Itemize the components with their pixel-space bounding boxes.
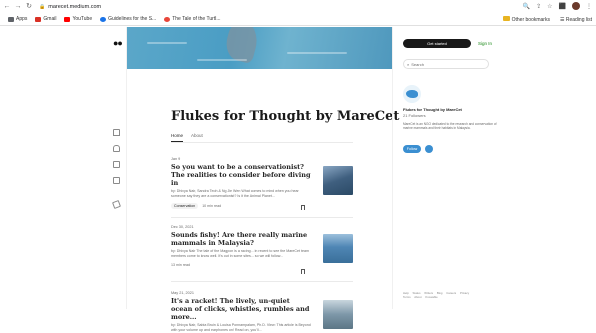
youtube-icon xyxy=(64,16,71,22)
search-placeholder: Search xyxy=(411,61,424,67)
reload-icon[interactable]: ↻ xyxy=(25,3,33,11)
get-started-button[interactable]: Get started xyxy=(403,39,471,48)
article-title[interactable]: So you want to be a conservationist? The… xyxy=(171,163,311,187)
read-time: 13 min read xyxy=(171,262,190,267)
main-column: Flukes for Thought by MareCet Home About… xyxy=(127,69,399,332)
article-card[interactable]: Jan 9 So you want to be a conservationis… xyxy=(171,157,353,210)
bookmark-gmail[interactable]: Gmail xyxy=(35,16,56,22)
share-icon[interactable]: ⇪ xyxy=(536,3,541,10)
subscribe-mail-icon[interactable] xyxy=(425,145,433,153)
whale-logo-icon xyxy=(406,90,418,98)
stories-icon[interactable] xyxy=(113,177,120,184)
medium-page: ●● Flukes for Thought by MareCet Home Ab… xyxy=(0,27,596,332)
article-card[interactable]: May 21, 2021 It's a racket! The lively, … xyxy=(171,291,353,333)
guidelines-icon xyxy=(100,16,107,22)
footer-links: Help Status Writers Blog Careers Privacy… xyxy=(403,291,483,299)
publication-tabs: Home About xyxy=(171,133,353,143)
article-thumbnail[interactable] xyxy=(323,300,353,329)
water-ripple xyxy=(197,59,247,61)
article-subtitle: by: Dhivya Nair, Sandra Teoh & Ng Jie We… xyxy=(171,189,299,198)
topic-tag[interactable]: Conservation xyxy=(171,202,199,209)
folder-icon xyxy=(502,16,510,21)
bookmark-youtube[interactable]: YouTube xyxy=(64,16,92,22)
write-icon[interactable] xyxy=(112,200,121,209)
divider xyxy=(171,217,353,218)
lock-icon[interactable]: 🔒 xyxy=(39,4,45,10)
article-card[interactable]: Dec 30, 2021 Sounds fishy! Are there rea… xyxy=(171,225,353,274)
article-thumbnail[interactable] xyxy=(323,166,353,195)
bookmark-apps[interactable]: Apps xyxy=(8,16,27,22)
extensions-icon[interactable]: ⬛ xyxy=(559,3,566,10)
zoom-icon[interactable]: 🔍 xyxy=(523,3,530,10)
medium-logo[interactable]: ●● xyxy=(113,38,123,48)
address-bar[interactable]: marecet.medium.com xyxy=(48,4,101,10)
article-date: Jan 9 xyxy=(171,157,181,161)
star-icon[interactable]: ☆ xyxy=(547,3,552,10)
follow-button[interactable]: Follow xyxy=(403,145,421,153)
article-thumbnail[interactable] xyxy=(323,234,353,263)
followers-count[interactable]: 21 Followers xyxy=(403,113,426,118)
gmail-icon xyxy=(35,16,42,22)
save-bookmark-icon[interactable] xyxy=(301,269,305,274)
publication-title: Flukes for Thought by MareCet xyxy=(171,109,400,124)
article-subtitle: by: Dhivya Nair, Sabia Bruin & Louisa Po… xyxy=(171,323,311,332)
read-time: 10 min read xyxy=(202,203,222,208)
save-bookmark-icon[interactable] xyxy=(301,205,305,210)
browser-toolbar: ← → ↻ 🔒 marecet.medium.com 🔍 ⇪ ☆ ⬛ ⋮ xyxy=(0,0,596,13)
home-icon[interactable] xyxy=(113,129,120,136)
browser-actions: 🔍 ⇪ ☆ ⬛ ⋮ xyxy=(523,2,592,10)
publication-avatar[interactable] xyxy=(403,85,421,103)
notifications-icon[interactable] xyxy=(113,145,120,152)
forward-icon[interactable]: → xyxy=(14,3,22,11)
article-date: Dec 30, 2021 xyxy=(171,225,194,229)
article-meta: Conservation 10 min read xyxy=(171,202,353,209)
left-rail: ●● xyxy=(0,27,127,309)
article-meta: 13 min read xyxy=(171,263,353,267)
article-title[interactable]: It's a racket! The lively, un-quiet ocea… xyxy=(171,297,311,321)
back-icon[interactable]: ← xyxy=(3,3,11,11)
article-subtitle: by: Dhivya Nair The tale of the Magpon i… xyxy=(171,249,309,258)
search-icon: ⌕ xyxy=(407,61,410,67)
menu-icon[interactable]: ⋮ xyxy=(586,3,592,10)
tab-about[interactable]: About xyxy=(191,133,203,142)
footer-link[interactable]: Careers xyxy=(446,291,456,295)
cover-image xyxy=(127,27,392,69)
article-title[interactable]: Sounds fishy! Are there really marine ma… xyxy=(171,231,311,247)
turtle-icon xyxy=(164,16,171,22)
sidebar-publication-name[interactable]: Flukes for Thought by MareCet xyxy=(403,107,462,112)
bookmarks-bar: Apps Gmail YouTube Guidelines for the S.… xyxy=(0,13,596,26)
footer-link[interactable]: About xyxy=(414,295,421,299)
tab-home[interactable]: Home xyxy=(171,133,184,142)
lists-icon[interactable] xyxy=(113,161,120,168)
bookmark-guidelines[interactable]: Guidelines for the S... xyxy=(100,16,156,22)
reading-list[interactable]: ☰ Reading list xyxy=(560,17,592,23)
footer-link[interactable]: Privacy xyxy=(460,291,469,295)
water-ripple xyxy=(287,52,347,54)
footer-link[interactable]: Terms xyxy=(403,295,411,299)
divider xyxy=(171,281,353,282)
sign-in-link[interactable]: Sign In xyxy=(478,39,492,48)
footer-link[interactable]: Knowable xyxy=(425,295,437,299)
publication-description: MareCet is an NGO dedicated to the resea… xyxy=(403,122,497,131)
bookmark-turtle[interactable]: The Tale of the Turtl... xyxy=(164,16,221,22)
search-input[interactable]: ⌕ Search xyxy=(403,59,489,69)
article-date: May 21, 2021 xyxy=(171,291,195,295)
other-bookmarks[interactable]: Other bookmarks xyxy=(502,16,550,23)
water-ripple xyxy=(147,42,187,44)
apps-icon xyxy=(8,16,14,22)
right-sidebar: Get started Sign In ⌕ Search Flukes for … xyxy=(392,27,596,309)
profile-avatar[interactable] xyxy=(572,2,580,10)
